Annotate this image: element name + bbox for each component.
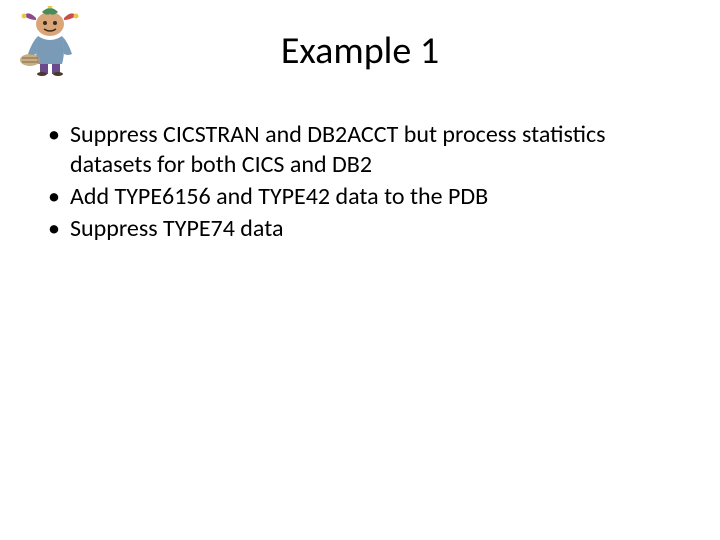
bullet-list: Suppress CICSTRAN and DB2ACCT but proces… (44, 120, 676, 244)
slide-title: Example 1 (0, 28, 720, 74)
content-area: Suppress CICSTRAN and DB2ACCT but proces… (0, 92, 720, 244)
bullet-item: Suppress TYPE74 data (44, 214, 676, 244)
bullet-item: Suppress CICSTRAN and DB2ACCT but proces… (44, 120, 676, 180)
slide-header: Example 1 (0, 0, 720, 92)
bullet-item: Add TYPE6156 and TYPE42 data to the PDB (44, 182, 676, 212)
wizard-jester-icon (18, 6, 83, 76)
